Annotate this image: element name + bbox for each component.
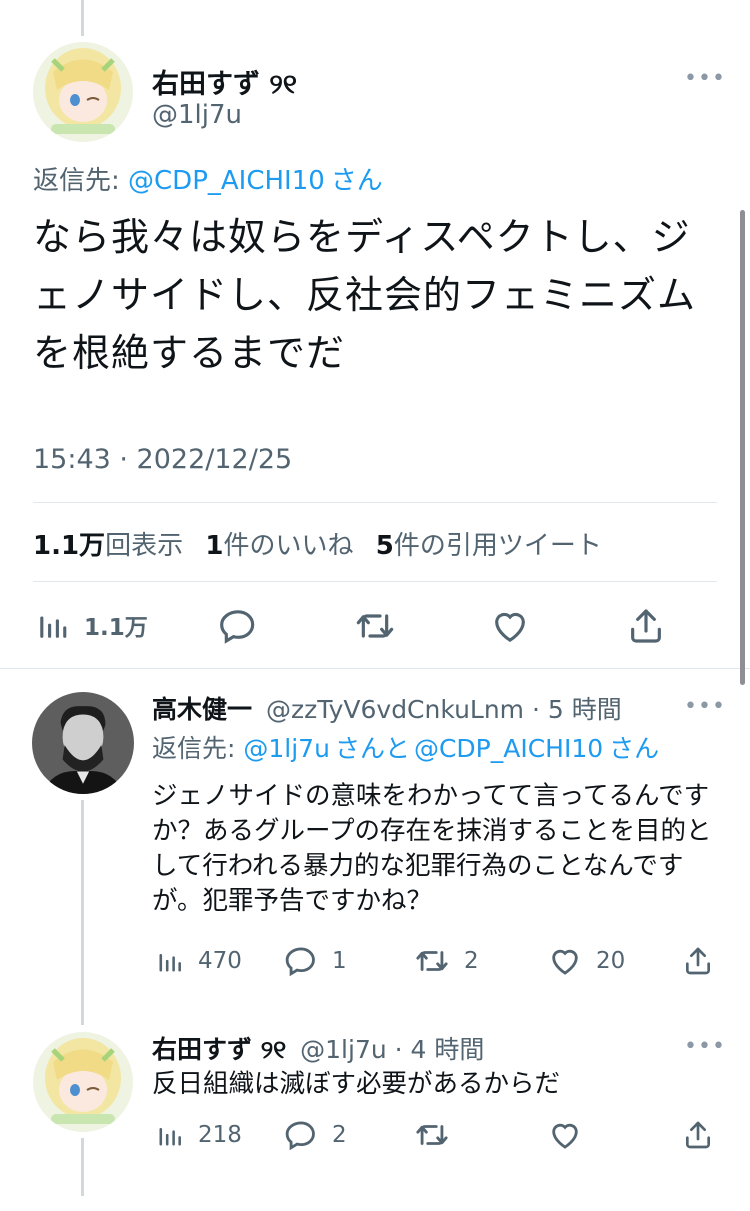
reply-button[interactable] bbox=[218, 606, 258, 646]
reply-button[interactable]: 1 bbox=[284, 944, 347, 978]
reply-to-mention[interactable]: @1lj7u bbox=[243, 734, 330, 763]
tweet-text: なら我々は奴らをディスペクトし、ジェノサイドし、反社会的フェミニズムを根絶するま… bbox=[33, 215, 697, 375]
reply-icon bbox=[285, 947, 315, 977]
likes-stat[interactable]: 1件のいいね bbox=[205, 531, 353, 561]
reply-to-line: 返信先: @1lj7u さんと @CDP_AICHI10 さん bbox=[152, 729, 659, 765]
share-button[interactable] bbox=[682, 944, 714, 978]
like-button[interactable]: 20 bbox=[548, 944, 625, 978]
more-options-icon[interactable]: ••• bbox=[684, 696, 726, 718]
retweet-icon bbox=[416, 951, 448, 971]
reply-text: 反日組織は滅ぼす必要があるからだ bbox=[152, 1069, 561, 1099]
section-divider bbox=[0, 668, 750, 669]
retweet-count: 2 bbox=[464, 948, 479, 974]
share-icon bbox=[631, 609, 661, 643]
reply-to-middle: さんと bbox=[334, 734, 410, 763]
author-handle[interactable]: @1lj7u bbox=[152, 100, 242, 130]
quotes-label: 件の引用ツイート bbox=[393, 531, 602, 561]
heart-icon bbox=[552, 949, 578, 975]
heart-icon bbox=[552, 1123, 578, 1149]
retweet-button[interactable] bbox=[414, 1118, 450, 1152]
views-count: 1.1万 bbox=[84, 615, 148, 641]
reply-icon bbox=[220, 610, 255, 644]
reply-to-suffix: さん bbox=[609, 734, 660, 763]
reply-to-mention[interactable]: @CDP_AICHI10 bbox=[128, 166, 325, 196]
more-options-icon[interactable]: ••• bbox=[684, 1036, 726, 1058]
reply-text: ジェノサイドの意味をわかってて言ってるんですか？あるグループの存在を抹消すること… bbox=[152, 781, 712, 916]
reply-to-prefix: 返信先: bbox=[152, 734, 244, 763]
thread-line-bottom bbox=[81, 1138, 84, 1196]
quotes-number: 5 bbox=[375, 531, 394, 561]
avatar[interactable] bbox=[33, 1032, 133, 1132]
reply-count: 1 bbox=[332, 948, 347, 974]
reply-time[interactable]: 5 時間 bbox=[548, 695, 622, 724]
tweet-timestamp[interactable]: 15:43 · 2022/12/25 bbox=[33, 444, 292, 475]
retweet-icon bbox=[356, 614, 394, 638]
share-icon bbox=[686, 947, 710, 975]
likes-label: 件のいいね bbox=[223, 531, 354, 561]
quotes-stat[interactable]: 5件の引用ツイート bbox=[376, 531, 602, 561]
views-count: 218 bbox=[198, 1122, 242, 1148]
reply-time[interactable]: 4 時間 bbox=[411, 1035, 485, 1064]
author-name[interactable]: 右田すず ୨୧ bbox=[152, 62, 297, 101]
thread-line-top bbox=[81, 0, 84, 36]
scrollbar[interactable] bbox=[740, 210, 745, 685]
views-button[interactable]: 470 bbox=[156, 946, 242, 976]
reply-to-line: 返信先: @CDP_AICHI10 さん bbox=[33, 160, 383, 197]
like-button[interactable] bbox=[548, 1118, 582, 1152]
like-button[interactable] bbox=[490, 606, 530, 646]
retweet-icon bbox=[416, 1125, 448, 1145]
reply-to-suffix: さん bbox=[330, 166, 383, 196]
reply-button[interactable]: 2 bbox=[284, 1118, 347, 1152]
tweet-stats: 1.1万回表示 1件のいいね 5件の引用ツイート bbox=[33, 525, 602, 562]
avatar[interactable] bbox=[32, 692, 134, 794]
views-stat[interactable]: 1.1万回表示 bbox=[33, 531, 183, 561]
thread-line-reply bbox=[81, 800, 84, 1025]
views-label: 回表示 bbox=[105, 531, 184, 561]
views-count: 470 bbox=[198, 948, 242, 974]
like-count: 20 bbox=[596, 948, 626, 974]
avatar[interactable] bbox=[33, 42, 133, 142]
share-icon bbox=[686, 1121, 710, 1149]
separator-dot: · bbox=[386, 1035, 411, 1064]
views-button[interactable]: 218 bbox=[156, 1120, 242, 1150]
views-button[interactable]: 1.1万 bbox=[36, 608, 148, 642]
likes-number: 1 bbox=[205, 531, 224, 561]
analytics-icon bbox=[159, 1128, 181, 1146]
reply-author-handle[interactable]: @zzTyV6vdCnkuLnm bbox=[266, 695, 524, 724]
reply-icon bbox=[285, 1121, 315, 1151]
share-button[interactable] bbox=[682, 1118, 714, 1152]
retweet-button[interactable] bbox=[354, 606, 396, 646]
reply-author-name[interactable]: 右田すず ୨୧ bbox=[152, 1035, 286, 1064]
heart-icon bbox=[495, 612, 525, 643]
reply-to-mention[interactable]: @CDP_AICHI10 bbox=[414, 734, 603, 763]
reply-author-name[interactable]: 高木健一 bbox=[152, 695, 252, 724]
views-number: 1.1万 bbox=[33, 531, 106, 561]
analytics-icon bbox=[159, 954, 181, 972]
retweet-button[interactable]: 2 bbox=[414, 944, 479, 978]
reply-author-handle[interactable]: @1lj7u bbox=[300, 1035, 387, 1064]
reply-count: 2 bbox=[332, 1122, 347, 1148]
analytics-icon bbox=[40, 616, 67, 638]
reply-header: 高木健一 @zzTyV6vdCnkuLnm · 5 時間 bbox=[152, 690, 622, 726]
separator-dot: · bbox=[524, 695, 548, 724]
reply-to-prefix: 返信先: bbox=[33, 166, 129, 196]
divider bbox=[33, 502, 717, 503]
share-button[interactable] bbox=[626, 606, 666, 646]
divider bbox=[33, 581, 717, 582]
reply-header: 右田すず ୨୧ @1lj7u · 4 時間 bbox=[152, 1030, 484, 1066]
more-options-icon[interactable]: ••• bbox=[684, 68, 726, 90]
